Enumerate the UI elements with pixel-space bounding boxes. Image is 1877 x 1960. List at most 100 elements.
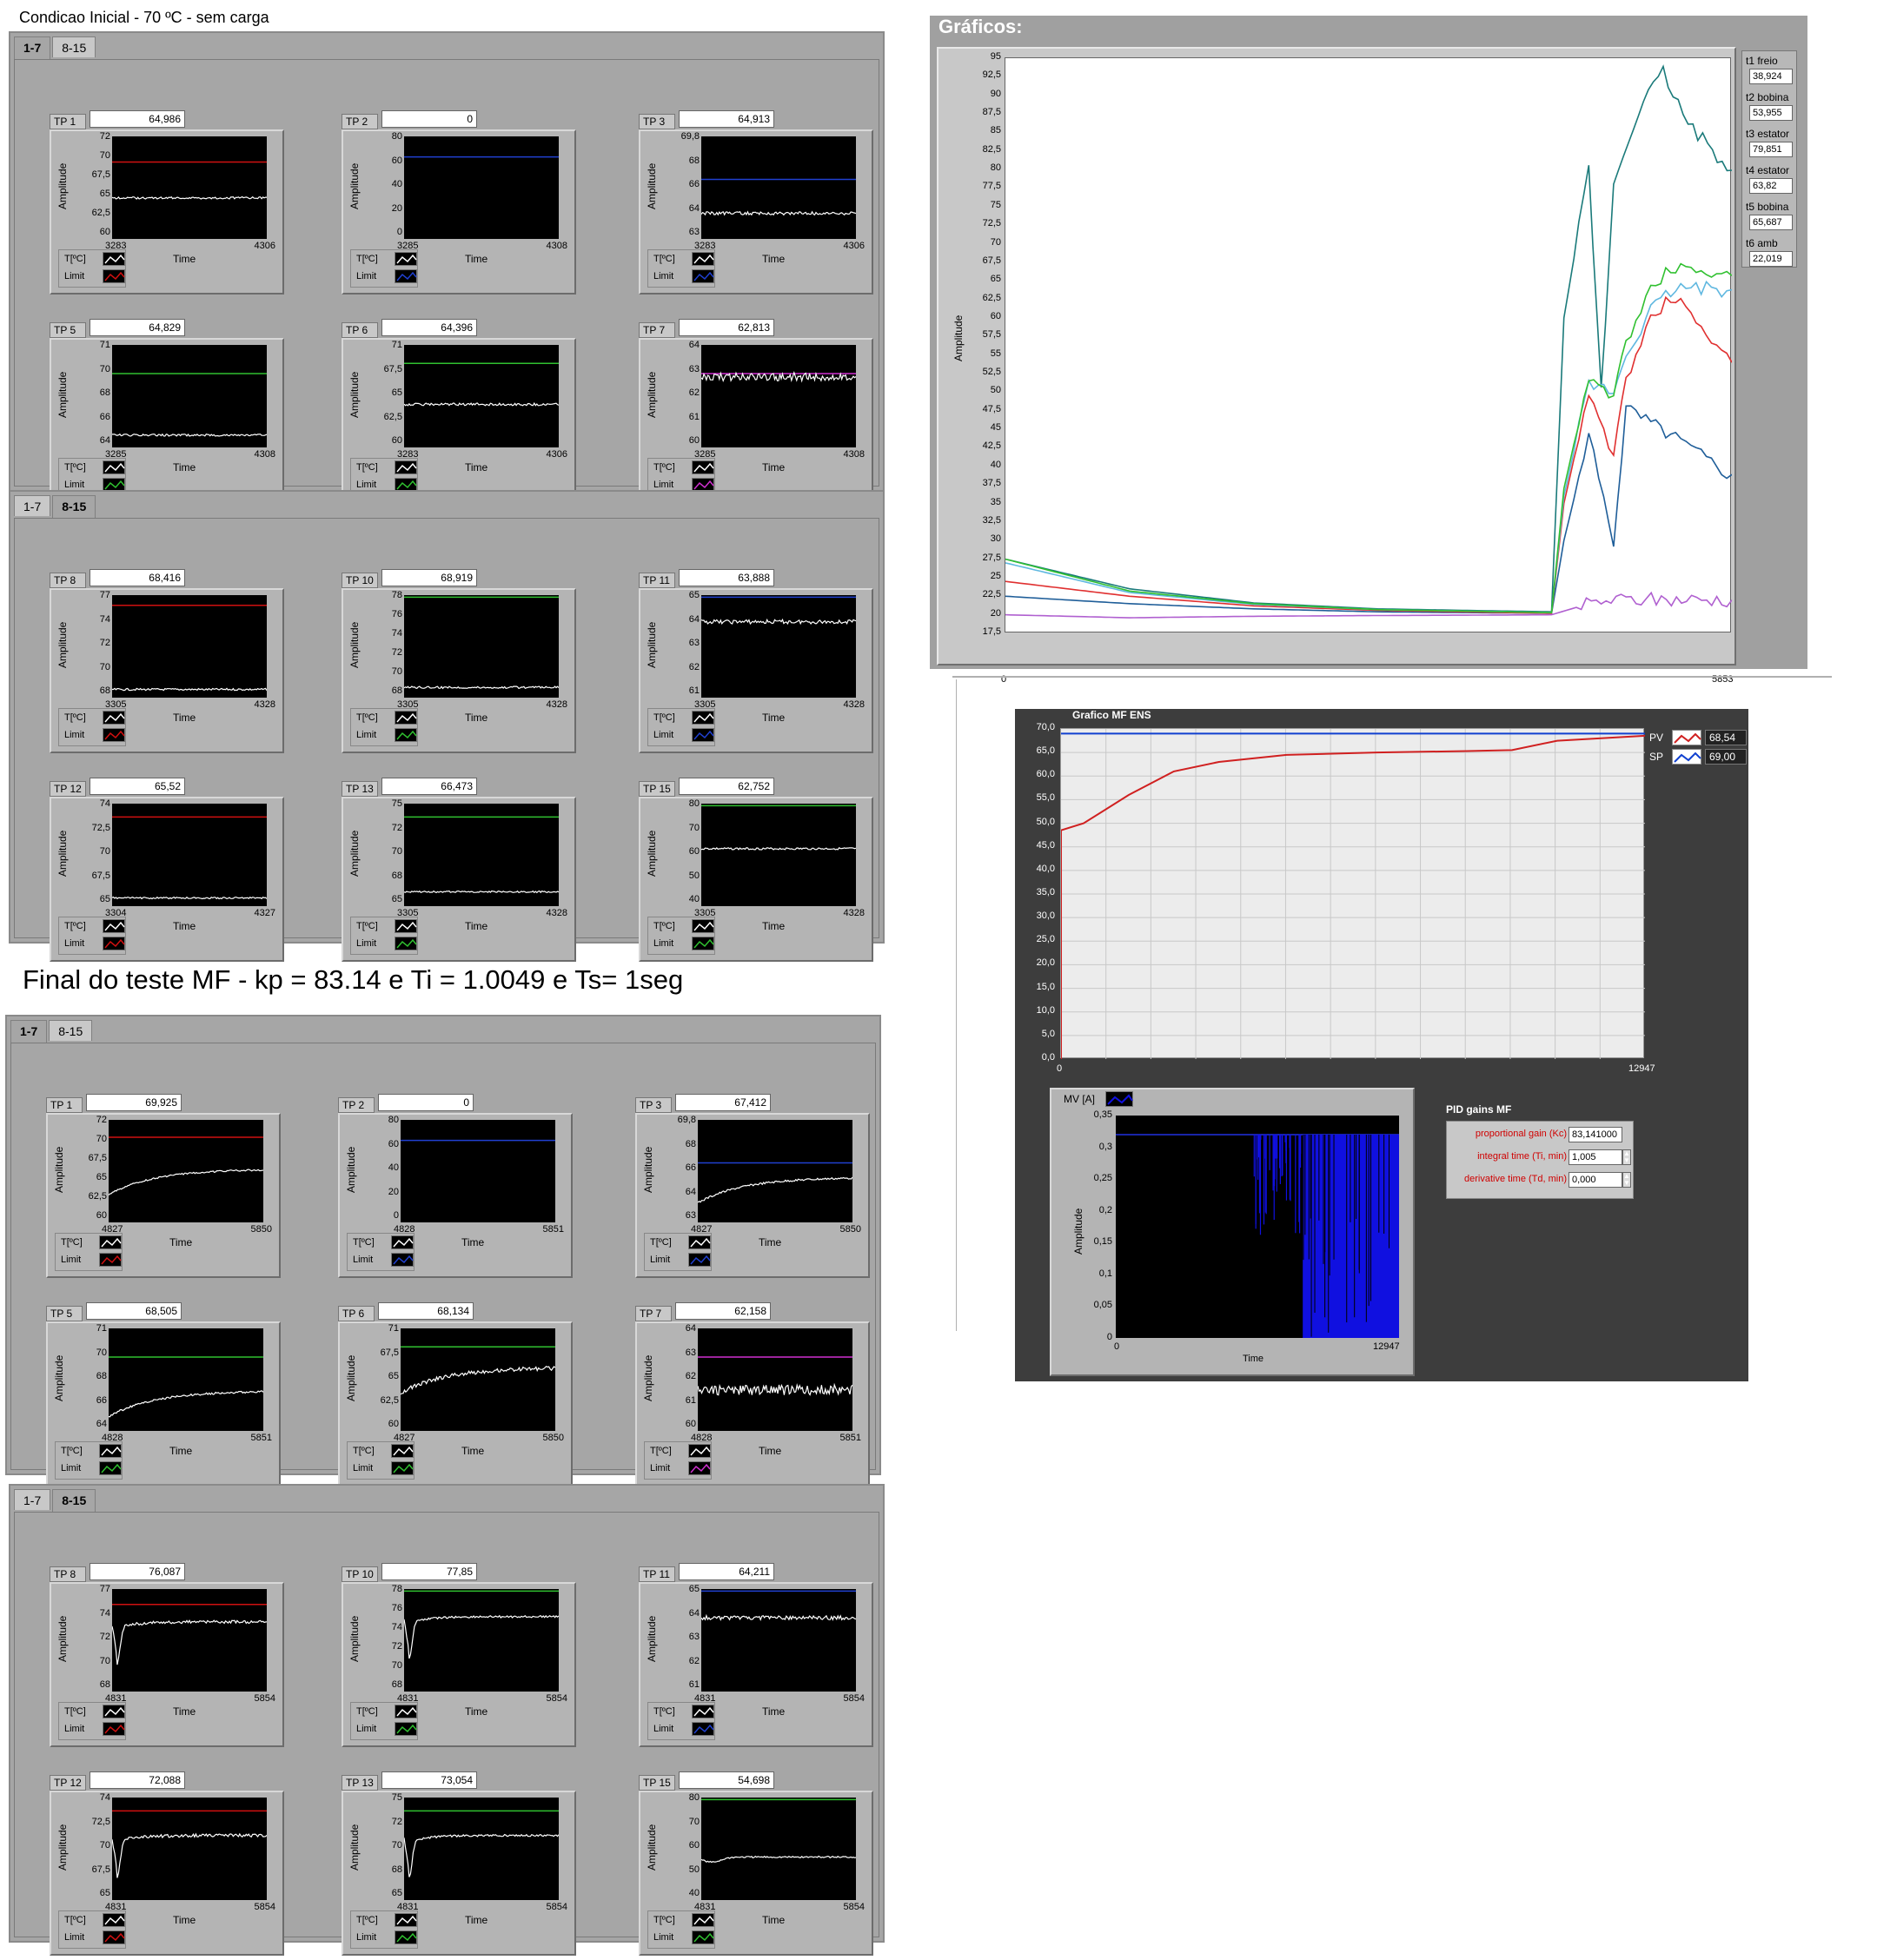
plot-area[interactable]	[701, 595, 856, 698]
test-point-chart: TP 6 64,396 Amplitude 71 67,5 65 62,5 60 3283 430…	[342, 319, 576, 503]
legend-limit-swatch[interactable]	[103, 1930, 125, 1944]
legend-limit-swatch[interactable]	[692, 1930, 714, 1944]
legend-temp-swatch[interactable]	[688, 1444, 711, 1458]
plot-area[interactable]	[109, 1120, 263, 1222]
pv-legend-swatch[interactable]	[1672, 730, 1701, 745]
legend-temp-swatch[interactable]	[103, 1913, 125, 1927]
legend-limit-swatch[interactable]	[103, 728, 125, 742]
td-spinner[interactable]: ▲ ▼	[1622, 1172, 1631, 1188]
tab-8-15[interactable]: 8-15	[52, 1489, 96, 1512]
plot-area[interactable]	[112, 595, 267, 698]
legend-temp-swatch[interactable]	[391, 1235, 414, 1249]
legend-limit-swatch[interactable]	[103, 1722, 125, 1736]
legend-limit-swatch[interactable]	[395, 937, 417, 950]
y-tick: 77	[99, 590, 110, 600]
legend-temp-swatch[interactable]	[395, 1913, 417, 1927]
sensor-label: t2 bobina	[1746, 91, 1789, 103]
test-point-value: 62,158	[675, 1302, 771, 1320]
plot-area[interactable]	[404, 595, 559, 698]
tab-1-7[interactable]: 1-7	[14, 36, 51, 59]
plot-area[interactable]	[701, 1798, 856, 1900]
legend-limit-swatch[interactable]	[99, 1461, 122, 1475]
plot-area[interactable]	[401, 1120, 555, 1222]
tab-panel: TP 8 76,087 Amplitude 77 74 72 70 68 4831 5854 Tim…	[14, 1512, 879, 1956]
plot-area[interactable]	[701, 136, 856, 239]
legend-temp-swatch[interactable]	[692, 460, 714, 474]
legend-limit-swatch[interactable]	[391, 1461, 414, 1475]
plot-area[interactable]	[701, 1589, 856, 1692]
legend-limit-swatch[interactable]	[692, 269, 714, 283]
plot-area[interactable]	[404, 1589, 559, 1692]
test-point-chart: TP 10 68,919 Amplitude 78 76 74 72 70 68 3305 4328…	[342, 569, 576, 753]
legend-limit-swatch[interactable]	[395, 728, 417, 742]
legend-temp-label: T[ºC]	[650, 1446, 672, 1456]
legend-temp-swatch[interactable]	[692, 711, 714, 725]
legend-limit-swatch[interactable]	[391, 1253, 414, 1267]
legend-temp-swatch[interactable]	[99, 1444, 122, 1458]
legend-limit-swatch[interactable]	[692, 937, 714, 950]
mv-legend-swatch[interactable]	[1105, 1091, 1133, 1107]
legend-temp-swatch[interactable]	[103, 460, 125, 474]
y-tick: 69,8	[680, 131, 700, 142]
tab-1-7[interactable]: 1-7	[14, 1489, 51, 1510]
kc-field[interactable]: 83,141000	[1569, 1127, 1622, 1142]
graficos-plot[interactable]	[1005, 57, 1733, 632]
legend-limit-label: Limit	[653, 730, 674, 740]
td-field[interactable]: 0,000	[1569, 1172, 1622, 1188]
tab-8-15[interactable]: 8-15	[52, 495, 96, 518]
plot-area[interactable]	[404, 804, 559, 906]
plot-area[interactable]	[404, 1798, 559, 1900]
legend-temp-swatch[interactable]	[692, 1705, 714, 1718]
legend-temp-swatch[interactable]	[103, 711, 125, 725]
tab-8-15[interactable]: 8-15	[49, 1020, 93, 1041]
plot-area[interactable]	[404, 136, 559, 239]
mv-plot[interactable]	[1116, 1116, 1399, 1338]
plot-area[interactable]	[701, 804, 856, 906]
legend-temp-swatch[interactable]	[395, 919, 417, 933]
legend-limit-swatch[interactable]	[692, 1722, 714, 1736]
plot-area[interactable]	[112, 1589, 267, 1692]
legend-limit-swatch[interactable]	[395, 269, 417, 283]
plot-area[interactable]	[401, 1328, 555, 1431]
y-tick: 66	[685, 1162, 696, 1173]
tab-1-7[interactable]: 1-7	[10, 1020, 48, 1043]
legend-temp-swatch[interactable]	[103, 252, 125, 266]
legend-temp-swatch[interactable]	[99, 1235, 122, 1249]
legend-limit-swatch[interactable]	[103, 937, 125, 950]
legend-limit-swatch[interactable]	[395, 1722, 417, 1736]
plot-area[interactable]	[698, 1120, 852, 1222]
legend-temp-swatch[interactable]	[688, 1235, 711, 1249]
ti-field[interactable]: 1,005	[1569, 1149, 1622, 1165]
tab-1-7[interactable]: 1-7	[14, 495, 51, 516]
plot-area[interactable]	[112, 136, 267, 239]
legend-limit-swatch[interactable]	[688, 1461, 711, 1475]
legend-limit-swatch[interactable]	[692, 728, 714, 742]
plot-area[interactable]	[701, 345, 856, 447]
x-max-tick: 4308	[254, 449, 275, 460]
ti-spinner[interactable]: ▲ ▼	[1622, 1149, 1631, 1165]
legend-limit-swatch[interactable]	[99, 1253, 122, 1267]
legend-temp-swatch[interactable]	[395, 460, 417, 474]
legend-temp-swatch[interactable]	[391, 1444, 414, 1458]
plot-area[interactable]	[112, 345, 267, 447]
plot-area[interactable]	[698, 1328, 852, 1431]
legend-temp-swatch[interactable]	[692, 1913, 714, 1927]
tab-8-15[interactable]: 8-15	[52, 36, 96, 57]
plot-area[interactable]	[404, 345, 559, 447]
mf-plot[interactable]	[1060, 728, 1646, 1059]
test-point-name: TP 10	[342, 573, 378, 588]
sp-legend-swatch[interactable]	[1672, 749, 1701, 765]
legend-limit-swatch[interactable]	[103, 269, 125, 283]
legend-temp-swatch[interactable]	[395, 1705, 417, 1718]
legend-temp-swatch[interactable]	[103, 1705, 125, 1718]
legend-limit-swatch[interactable]	[688, 1253, 711, 1267]
legend-temp-swatch[interactable]	[395, 711, 417, 725]
plot-area[interactable]	[112, 1798, 267, 1900]
legend-temp-swatch[interactable]	[395, 252, 417, 266]
legend-temp-swatch[interactable]	[103, 919, 125, 933]
plot-area[interactable]	[109, 1328, 263, 1431]
plot-area[interactable]	[112, 804, 267, 906]
legend-temp-swatch[interactable]	[692, 919, 714, 933]
legend-temp-swatch[interactable]	[692, 252, 714, 266]
legend-limit-swatch[interactable]	[395, 1930, 417, 1944]
